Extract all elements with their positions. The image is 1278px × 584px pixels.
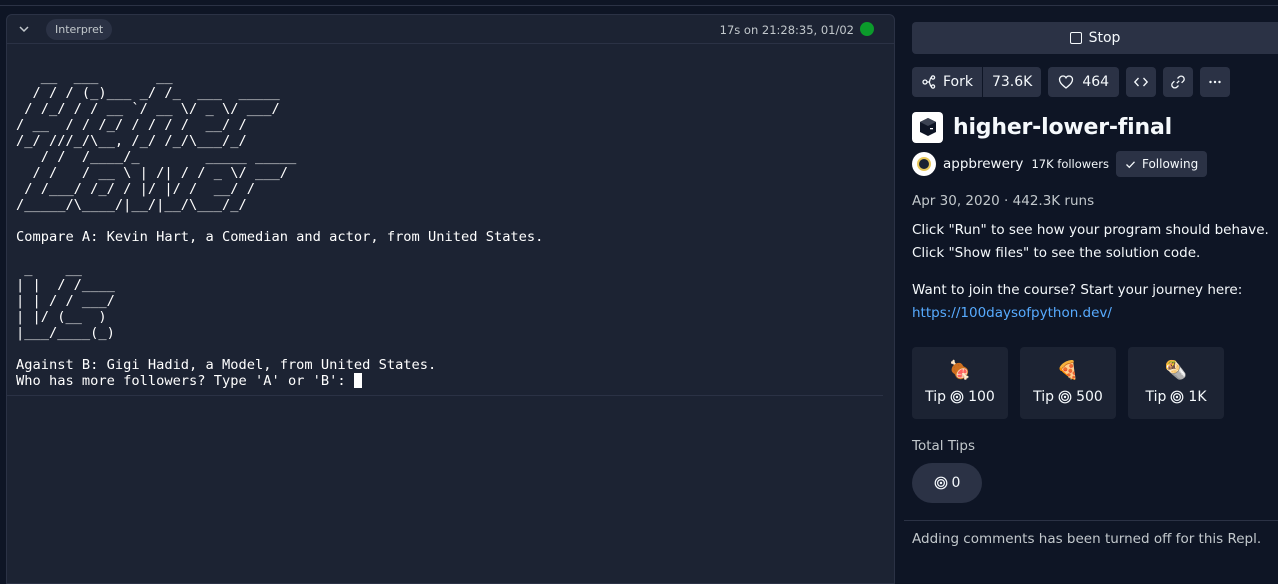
console-divider [7,395,883,396]
console-prompt-text: Who has more followers? Type 'A' or 'B': [16,373,354,389]
meat-icon: 🍖 [948,360,972,381]
like-button[interactable]: 464 [1048,67,1120,97]
total-tips-value: 0 [912,463,982,503]
cycles-icon [934,476,947,490]
course-link[interactable]: https://100daysofpython.dev/ [912,305,1112,321]
like-count: 464 [1082,74,1110,90]
tips-row: 🍖 Tip 100 🍕 Tip 500 🌯 Tip 1K [912,347,1224,419]
console-output-line: |___/____(_) [16,325,115,341]
running-indicator [860,22,874,36]
stop-button[interactable]: Stop [912,22,1278,54]
description-line: Click "Run" to see how your program shou… [912,222,1269,238]
tip-amount: 100 [968,389,995,405]
owner-name-link[interactable]: appbrewery [943,156,1023,172]
cycles-icon [1171,390,1184,404]
console-output-line: / / / (_)___ _/ /_ ___ _____ [16,85,280,101]
following-button[interactable]: Following [1115,151,1208,177]
cycles-icon [1058,390,1072,404]
repl-sidebar: Stop Fork 73.6K 464 higher-lower-final a… [904,0,1278,581]
interpret-mode-pill[interactable]: Interpret [46,19,113,40]
checkmark-icon [1126,160,1135,168]
follower-count: 17K followers [1031,157,1109,171]
fork-count: 73.6K [991,74,1033,90]
tip-500-button[interactable]: 🍕 Tip 500 [1020,347,1116,419]
comments-disabled-notice: Adding comments has been turned off for … [912,531,1262,547]
repl-title: higher-lower-final [953,114,1172,140]
fork-label: Fork [943,74,973,90]
tip-label: Tip [1033,389,1055,405]
description-line: Click "Show files" to see the solution c… [912,245,1201,261]
sidebar-divider [904,520,1278,521]
copy-link-button[interactable] [1163,67,1194,97]
text-cursor [353,373,362,388]
following-label: Following [1141,157,1199,171]
console-header: Interpret 17s on 21:28:35, 01/02 [7,15,894,44]
console-output-line: | |/ (__ ) [16,309,107,325]
tip-label: Tip [1145,389,1167,405]
console-output[interactable]: __ ___ __ / / / (_)___ _/ /_ ___ _____ /… [16,53,886,395]
chevron-down-icon[interactable] [18,23,30,35]
cycles-icon [950,390,964,404]
heart-icon [1059,75,1074,89]
code-icon [1133,77,1149,87]
console-output-line: / /_/ / / __ `/ __ \/ _ \/ ___/ [16,101,280,117]
console-output-line: Compare A: Kevin Hart, a Comedian and ac… [16,229,544,245]
fork-count-button[interactable]: 73.6K [981,67,1042,97]
tip-label: Tip [925,389,947,405]
console-output-line: _ __ [16,261,82,277]
total-tips-amount: 0 [951,475,961,491]
description-line: Want to join the course? Start your jour… [912,282,1243,298]
more-options-button[interactable] [1200,67,1231,97]
run-status-text: 17s on 21:28:35, 01/02 [719,23,854,37]
console-output-line: | | / /____ [16,277,115,293]
embed-code-button[interactable] [1126,67,1157,97]
console-output-line: / /___/ /_/ / |/ |/ / __/ / [16,181,255,197]
console-output-line: /_____/\____/|__/|__/\___/_/ [16,197,247,213]
pizza-icon: 🍕 [1056,360,1080,381]
more-horizontal-icon [1209,80,1221,84]
fork-icon [922,75,936,89]
tip-amount: 500 [1076,389,1103,405]
console-panel: Interpret 17s on 21:28:35, 01/02 __ ___ … [6,14,895,584]
tip-1k-button[interactable]: 🌯 Tip 1K [1128,347,1224,419]
repl-title-row: higher-lower-final [912,111,1172,143]
link-icon [1171,75,1185,89]
owner-avatar[interactable] [912,152,936,176]
repl-actions: Fork 73.6K 464 [912,67,1231,97]
repl-description: Click "Run" to see how your program shou… [912,219,1272,325]
fork-button-group: Fork 73.6K [912,67,1042,97]
total-tips-label: Total Tips [912,438,976,454]
console-output-line: / __ / / /_/ / / / / __/ / [16,117,247,133]
console-prompt-line[interactable]: Who has more followers? Type 'A' or 'B': [16,373,886,389]
console-output-line: | | / / ___/ [16,293,115,309]
console-output-line: / / / __ \ | /| / / _ \/ ___/ [16,165,288,181]
console-output-line: __ ___ __ [16,69,173,85]
fork-button[interactable]: Fork [912,67,982,97]
stop-label: Stop [1088,30,1121,46]
owner-row: appbrewery 17K followers Following [912,151,1208,177]
stop-icon [1069,32,1082,44]
console-output-line: / / /____/_ _____ _____ [16,149,297,165]
console-output-line: /_/ ///_/\__, /_/ /_/\___/_/ [16,133,247,149]
tip-amount: 1K [1188,389,1207,405]
python-repl-icon [912,111,943,143]
tip-100-button[interactable]: 🍖 Tip 100 [912,347,1008,419]
repl-meta: Apr 30, 2020 · 442.3K runs [912,193,1095,209]
console-output-line: Against B: Gigi Hadid, a Model, from Uni… [16,357,437,373]
burrito-icon: 🌯 [1164,360,1188,381]
